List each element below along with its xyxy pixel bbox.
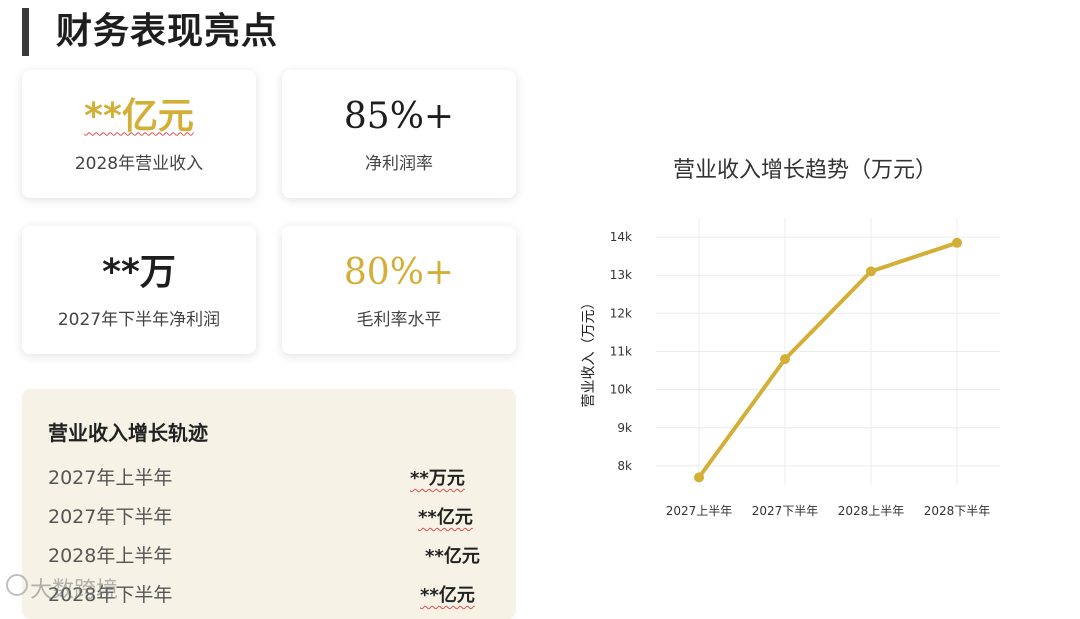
card-value: 85%+ [343, 95, 455, 137]
track-row-value: **亿元 [418, 507, 473, 528]
track-title: 营业收入增长轨迹 [48, 421, 208, 445]
track-row-value: **亿元 [420, 585, 475, 606]
card-label: 毛利率水平 [356, 309, 442, 330]
series-line [697, 240, 959, 480]
track-row-label: 2027年上半年 [48, 467, 173, 489]
y-axis-label: 营业收入（万元） [581, 296, 597, 408]
card-value: 80%+ [343, 251, 455, 293]
track-row-label: 2028年上半年 [48, 545, 173, 567]
y-tick-label: 9k [617, 421, 632, 435]
x-tick-label: 2028上半年 [838, 504, 905, 518]
x-tick-label: 2028下半年 [924, 504, 991, 518]
card-value: **万 [102, 251, 176, 293]
x-tick-label: 2027下半年 [752, 504, 819, 518]
y-tick-label: 14k [610, 230, 632, 244]
y-tick-label: 8k [617, 459, 632, 473]
title-accent-bar [22, 8, 29, 56]
track-row-value: **万元 [410, 468, 465, 489]
revenue-line-chart: 8k 9k 10k 11k 12k 13k 14k 2027上半年 2027下半年 2028上半年… [581, 218, 1000, 518]
data-point [866, 266, 876, 277]
data-point [780, 354, 790, 365]
chart-title: 营业收入增长趋势（万元） [672, 158, 937, 183]
card-label: 2027年下半年净利润 [57, 309, 221, 330]
watermark-logo-icon [6, 574, 28, 596]
card-revenue-2028: **亿元 2028年营业收入 [22, 70, 256, 198]
x-tick-label: 2027上半年 [666, 504, 733, 518]
watermark-text: 大数跨境 [30, 578, 119, 603]
y-tick-label: 11k [610, 345, 632, 359]
data-point [694, 472, 704, 483]
track-row-label: 2027年下半年 [48, 506, 173, 528]
track-row-value: **亿元 [425, 546, 480, 567]
card-label: 净利润率 [365, 153, 433, 174]
card-value: **亿元 [84, 95, 194, 137]
y-tick-label: 13k [610, 268, 632, 282]
card-label: 2028年营业收入 [74, 153, 204, 174]
page-title: 财务表现亮点 [56, 11, 279, 52]
card-net-margin: 85%+ 净利润率 [282, 70, 516, 198]
y-tick-label: 12k [610, 306, 632, 320]
data-point [952, 237, 962, 248]
card-net-profit-2027h2: **万 2027年下半年净利润 [22, 226, 256, 354]
y-tick-label: 10k [610, 383, 632, 397]
card-gross-margin: 80%+ 毛利率水平 [282, 226, 516, 354]
